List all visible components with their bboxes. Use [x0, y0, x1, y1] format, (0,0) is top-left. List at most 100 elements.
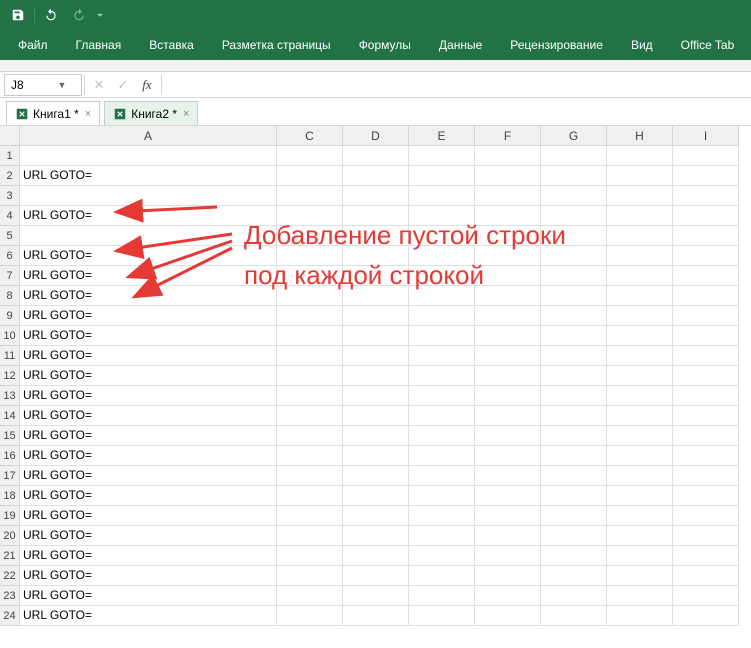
- cell[interactable]: URL GOTO=: [20, 606, 277, 626]
- cell[interactable]: URL GOTO=: [20, 306, 277, 326]
- cell[interactable]: [607, 246, 673, 266]
- cell[interactable]: [343, 346, 409, 366]
- cell[interactable]: URL GOTO=: [20, 426, 277, 446]
- row-header[interactable]: 11: [0, 346, 20, 366]
- cell[interactable]: [607, 166, 673, 186]
- column-header[interactable]: E: [409, 126, 475, 146]
- cell[interactable]: [277, 566, 343, 586]
- cell[interactable]: URL GOTO=: [20, 366, 277, 386]
- cell[interactable]: [607, 366, 673, 386]
- cell[interactable]: [541, 506, 607, 526]
- workbook-tab[interactable]: Книга1 * ×: [6, 101, 100, 125]
- cell[interactable]: [475, 506, 541, 526]
- cell[interactable]: [343, 146, 409, 166]
- row-header[interactable]: 3: [0, 186, 20, 206]
- cell[interactable]: [607, 446, 673, 466]
- row-header[interactable]: 23: [0, 586, 20, 606]
- cell[interactable]: [343, 186, 409, 206]
- cell[interactable]: [541, 326, 607, 346]
- row-header[interactable]: 15: [0, 426, 20, 446]
- row-header[interactable]: 8: [0, 286, 20, 306]
- enter-icon[interactable]: ✓: [111, 77, 135, 93]
- cell[interactable]: [475, 606, 541, 626]
- cell[interactable]: [409, 546, 475, 566]
- column-header[interactable]: H: [607, 126, 673, 146]
- column-header[interactable]: C: [277, 126, 343, 146]
- cell[interactable]: [541, 186, 607, 206]
- cell[interactable]: URL GOTO=: [20, 486, 277, 506]
- cell[interactable]: [343, 486, 409, 506]
- cell[interactable]: [343, 466, 409, 486]
- cell[interactable]: [541, 446, 607, 466]
- cell[interactable]: [607, 486, 673, 506]
- cell[interactable]: [20, 146, 277, 166]
- cell[interactable]: [409, 146, 475, 166]
- row-header[interactable]: 24: [0, 606, 20, 626]
- select-all-triangle[interactable]: [0, 126, 20, 146]
- cell[interactable]: [277, 586, 343, 606]
- tab-file[interactable]: Файл: [4, 30, 62, 60]
- cell[interactable]: [20, 186, 277, 206]
- cell[interactable]: [343, 506, 409, 526]
- row-header[interactable]: 20: [0, 526, 20, 546]
- cell[interactable]: [409, 346, 475, 366]
- cell[interactable]: [541, 486, 607, 506]
- cell[interactable]: [343, 526, 409, 546]
- close-icon[interactable]: ×: [85, 108, 91, 120]
- cell[interactable]: [673, 186, 739, 206]
- workbook-tab[interactable]: Книга2 * ×: [104, 101, 198, 125]
- cell[interactable]: [343, 366, 409, 386]
- row-header[interactable]: 14: [0, 406, 20, 426]
- cell[interactable]: [673, 206, 739, 226]
- cell[interactable]: [607, 466, 673, 486]
- cell[interactable]: [277, 466, 343, 486]
- cell[interactable]: [607, 426, 673, 446]
- row-header[interactable]: 2: [0, 166, 20, 186]
- cell[interactable]: [673, 366, 739, 386]
- cell[interactable]: [607, 606, 673, 626]
- cell[interactable]: [541, 526, 607, 546]
- cell[interactable]: [673, 466, 739, 486]
- cell[interactable]: [409, 446, 475, 466]
- cell[interactable]: [277, 506, 343, 526]
- cell[interactable]: [475, 406, 541, 426]
- close-icon[interactable]: ×: [183, 108, 189, 120]
- cell[interactable]: [475, 446, 541, 466]
- cell[interactable]: [607, 186, 673, 206]
- cell[interactable]: [475, 146, 541, 166]
- cell[interactable]: [475, 466, 541, 486]
- cell[interactable]: [673, 266, 739, 286]
- cell[interactable]: [673, 606, 739, 626]
- cell[interactable]: [409, 526, 475, 546]
- column-header[interactable]: G: [541, 126, 607, 146]
- cell[interactable]: [541, 166, 607, 186]
- cell[interactable]: [277, 546, 343, 566]
- cell[interactable]: [673, 586, 739, 606]
- cell[interactable]: URL GOTO=: [20, 406, 277, 426]
- tab-data[interactable]: Данные: [425, 30, 496, 60]
- cell[interactable]: URL GOTO=: [20, 466, 277, 486]
- row-header[interactable]: 21: [0, 546, 20, 566]
- tab-view[interactable]: Вид: [617, 30, 667, 60]
- cell[interactable]: [277, 186, 343, 206]
- cell[interactable]: URL GOTO=: [20, 346, 277, 366]
- cell[interactable]: [277, 366, 343, 386]
- tab-home[interactable]: Главная: [62, 30, 136, 60]
- tab-pagelayout[interactable]: Разметка страницы: [208, 30, 345, 60]
- cell[interactable]: [607, 226, 673, 246]
- row-header[interactable]: 18: [0, 486, 20, 506]
- cell[interactable]: [277, 146, 343, 166]
- cell[interactable]: [607, 506, 673, 526]
- cancel-icon[interactable]: ✕: [87, 77, 111, 93]
- row-header[interactable]: 19: [0, 506, 20, 526]
- cell[interactable]: [475, 566, 541, 586]
- cell[interactable]: [607, 386, 673, 406]
- dropdown-icon[interactable]: ▼: [43, 80, 81, 90]
- cell[interactable]: [277, 426, 343, 446]
- tab-office[interactable]: Office Tab: [667, 30, 749, 60]
- cell[interactable]: [541, 366, 607, 386]
- cell[interactable]: [475, 186, 541, 206]
- cell[interactable]: [673, 386, 739, 406]
- cell[interactable]: [409, 366, 475, 386]
- cell[interactable]: [409, 306, 475, 326]
